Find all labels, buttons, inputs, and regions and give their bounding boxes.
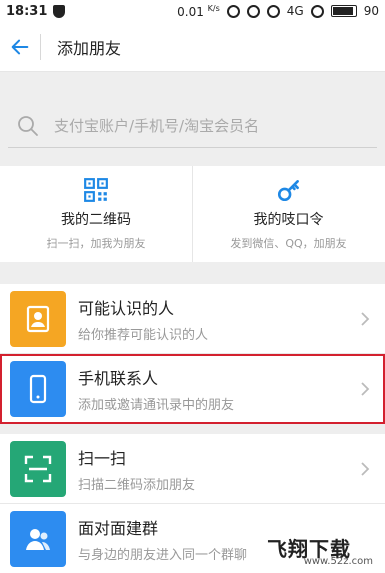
status-time: 18:31 xyxy=(6,3,48,19)
contact-card-icon xyxy=(10,290,66,347)
chevron-right-icon xyxy=(361,461,370,476)
search-bar[interactable] xyxy=(8,104,377,148)
status-right: 0.01 K/s 4G 90 xyxy=(177,4,379,19)
signal-icon xyxy=(310,4,324,18)
my-password-button[interactable]: 我的吱口令 发到微信、QQ，加朋友 xyxy=(192,166,384,262)
group-icon xyxy=(10,510,66,567)
password-sub: 发到微信、QQ，加朋友 xyxy=(230,237,347,250)
watermark-url: www.52z.com xyxy=(303,556,373,567)
item-text: 扫一扫 扫描二维码添加朋友 xyxy=(78,445,355,493)
key-icon xyxy=(277,180,299,202)
item-text: 可能认识的人 给你推荐可能认识的人 xyxy=(78,295,355,343)
list-item-maybe-known[interactable]: 可能认识的人 给你推荐可能认识的人 xyxy=(0,284,385,354)
page-title: 添加朋友 xyxy=(57,38,122,58)
item-title: 可能认识的人 xyxy=(78,298,175,318)
my-qrcode-button[interactable]: 我的二维码 扫一扫，加我为朋友 xyxy=(0,166,192,262)
item-title: 手机联系人 xyxy=(78,368,159,388)
qrcode-icon xyxy=(84,178,108,202)
item-subtitle: 扫描二维码添加朋友 xyxy=(78,477,196,493)
nav-bar: 添加朋友 xyxy=(0,22,385,72)
battery-level: 90 xyxy=(363,4,379,18)
net-speed: 0.01 K/s xyxy=(177,3,220,19)
search-icon xyxy=(18,115,38,136)
qrcode-sub: 扫一扫，加我为朋友 xyxy=(46,237,146,250)
back-button[interactable] xyxy=(0,22,40,72)
item-subtitle: 添加或邀请通讯录中的朋友 xyxy=(78,397,235,413)
list-gap xyxy=(0,424,385,434)
status-bar: 18:31 0.01 K/s 4G 90 xyxy=(0,0,385,22)
item-text: 手机联系人 添加或邀请通讯录中的朋友 xyxy=(78,365,355,413)
shield-icon xyxy=(53,4,66,18)
alarm-icon xyxy=(246,4,260,18)
qrcode-label: 我的二维码 xyxy=(61,212,131,228)
watermark: 飞翔下载 www.52z.com xyxy=(267,527,377,568)
network-type: 4G xyxy=(286,4,304,18)
search-section xyxy=(0,90,385,160)
wifi-icon xyxy=(266,4,280,18)
battery-icon xyxy=(330,5,357,17)
phone-icon xyxy=(10,360,66,417)
list-item-phone-contacts[interactable]: 手机联系人 添加或邀请通讯录中的朋友 xyxy=(0,354,385,424)
scan-icon xyxy=(10,440,66,497)
item-title: 扫一扫 xyxy=(78,448,127,468)
mute-icon xyxy=(226,4,240,18)
item-subtitle: 给你推荐可能认识的人 xyxy=(78,327,209,343)
quick-actions: 我的二维码 扫一扫，加我为朋友 我的吱口令 发到微信、QQ，加朋友 xyxy=(0,166,385,262)
password-label: 我的吱口令 xyxy=(253,212,324,228)
search-input[interactable] xyxy=(54,116,354,135)
list-item-scan[interactable]: 扫一扫 扫描二维码添加朋友 xyxy=(0,434,385,504)
chevron-right-icon xyxy=(361,381,370,396)
arrow-left-icon xyxy=(11,39,29,54)
nav-divider xyxy=(40,33,41,60)
chevron-right-icon xyxy=(361,311,370,326)
